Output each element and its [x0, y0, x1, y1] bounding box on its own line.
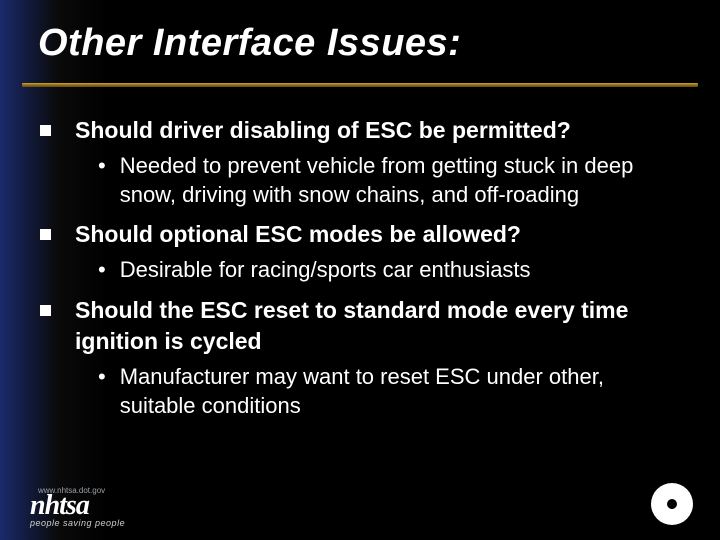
bullet-text: Should the ESC reset to standard mode ev…: [75, 295, 670, 357]
dot-bullet-icon: •: [98, 363, 106, 392]
sub-bullet-item: • Desirable for racing/sports car enthus…: [98, 256, 670, 285]
nhtsa-logo-text: nhtsa: [30, 493, 89, 518]
bullet-item: Should the ESC reset to standard mode ev…: [40, 295, 670, 357]
dot-bullet-icon: •: [98, 152, 106, 181]
bullet-text: Should optional ESC modes be allowed?: [75, 219, 521, 250]
square-bullet-icon: [40, 305, 51, 316]
sub-bullet-item: • Manufacturer may want to reset ESC und…: [98, 363, 670, 420]
bullet-text: Should driver disabling of ESC be permit…: [75, 115, 571, 146]
sub-bullet-text: Desirable for racing/sports car enthusia…: [120, 256, 531, 285]
slide-title: Other Interface Issues:: [0, 0, 720, 65]
sub-bullet-item: • Needed to prevent vehicle from getting…: [98, 152, 670, 209]
nhtsa-tagline: people saving people: [30, 518, 125, 528]
dot-bullet-icon: •: [98, 256, 106, 285]
dot-logo-icon: [650, 482, 694, 526]
square-bullet-icon: [40, 229, 51, 240]
bullet-item: Should optional ESC modes be allowed?: [40, 219, 670, 250]
footer-logo-area: www.nhtsa.dot.gov nhtsa people saving pe…: [30, 486, 125, 528]
sub-bullet-text: Needed to prevent vehicle from getting s…: [120, 152, 670, 209]
bullet-item: Should driver disabling of ESC be permit…: [40, 115, 670, 146]
sub-bullet-text: Manufacturer may want to reset ESC under…: [120, 363, 670, 420]
slide-body: Should driver disabling of ESC be permit…: [0, 87, 720, 420]
square-bullet-icon: [40, 125, 51, 136]
